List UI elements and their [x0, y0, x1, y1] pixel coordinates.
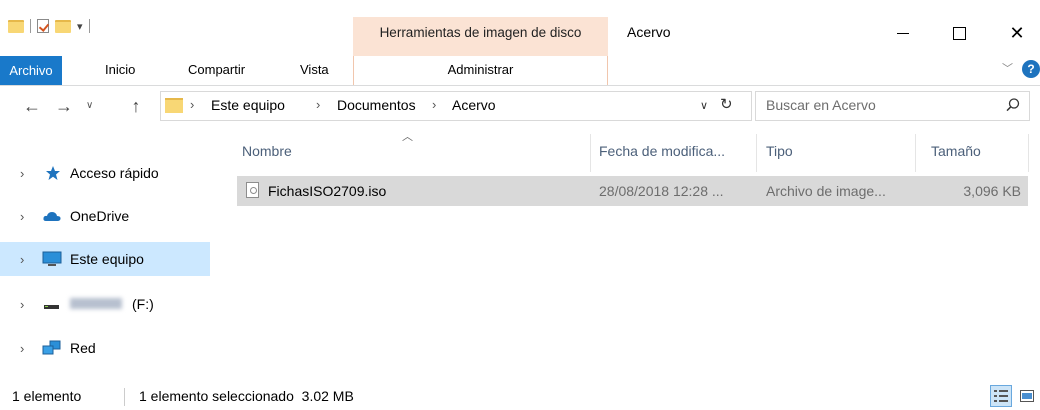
breadcrumb-documentos[interactable]: Documentos — [337, 97, 416, 113]
column-header-nombre[interactable]: Nombre — [242, 143, 292, 159]
forward-button[interactable]: → — [52, 96, 76, 117]
breadcrumb-este-equipo[interactable]: Este equipo — [211, 97, 285, 113]
disc-image-file-icon — [246, 182, 259, 198]
sort-ascending-icon: ︿ — [402, 131, 413, 143]
details-view-button[interactable] — [990, 385, 1012, 407]
nav-item-onedrive[interactable]: › OneDrive — [0, 199, 210, 233]
recent-locations-chevron-icon[interactable]: ∨ — [86, 100, 93, 111]
expand-chevron-icon[interactable]: › — [20, 209, 24, 224]
column-header-tipo[interactable]: Tipo — [766, 143, 793, 159]
column-divider[interactable] — [756, 134, 757, 172]
nav-label: Acceso rápido — [70, 165, 159, 181]
tab-compartir[interactable]: Compartir — [188, 62, 245, 77]
nav-label: Este equipo — [70, 251, 144, 267]
breadcrumb-separator-icon[interactable]: › — [316, 97, 320, 112]
tab-archivo[interactable]: Archivo — [0, 56, 62, 85]
nav-item-acceso-rapido[interactable]: › Acceso rápido — [0, 156, 210, 190]
nav-item-este-equipo[interactable]: › Este equipo — [0, 242, 210, 276]
column-divider[interactable] — [1028, 134, 1029, 172]
computer-icon — [42, 251, 62, 266]
nav-item-red[interactable]: › Red — [0, 331, 210, 365]
column-header-fecha[interactable]: Fecha de modifica... — [599, 143, 725, 159]
tab-inicio[interactable]: Inicio — [105, 62, 135, 77]
tab-vista[interactable]: Vista — [300, 62, 329, 77]
column-header-tamano[interactable]: Tamaño — [931, 143, 981, 159]
expand-chevron-icon[interactable]: › — [20, 252, 24, 267]
expand-chevron-icon[interactable]: › — [20, 297, 24, 312]
window-title: Acervo — [627, 24, 671, 40]
status-item-count: 1 elemento — [12, 388, 82, 404]
nav-item-drive-f[interactable]: › (F:) — [0, 287, 210, 321]
status-selection: 1 elemento seleccionado 3.02 MB — [139, 388, 354, 404]
quick-access-toolbar: ▾ — [8, 14, 90, 38]
breadcrumb-acervo[interactable]: Acervo — [452, 97, 496, 113]
status-separator — [124, 388, 125, 406]
help-icon[interactable]: ? — [1022, 60, 1040, 78]
star-icon — [46, 166, 60, 180]
file-size: 3,096 KB — [963, 183, 1021, 199]
column-divider[interactable] — [915, 134, 916, 172]
file-modified: 28/08/2018 12:28 ... — [599, 183, 724, 199]
search-icon[interactable] — [1005, 97, 1021, 113]
breadcrumb-separator-icon[interactable]: › — [432, 97, 436, 112]
up-button[interactable]: ↑ — [124, 96, 148, 117]
large-icons-view-button[interactable] — [1016, 385, 1038, 407]
contextual-tools-title: Herramientas de imagen de disco — [379, 25, 582, 40]
minimize-button[interactable] — [880, 18, 926, 48]
new-folder-icon[interactable] — [55, 19, 71, 33]
refresh-icon[interactable]: ↻ — [720, 95, 733, 113]
file-name[interactable]: FichasISO2709.iso — [268, 183, 386, 199]
back-button[interactable]: ← — [20, 96, 44, 117]
expand-chevron-icon[interactable]: › — [20, 166, 24, 181]
large-icons-view-icon — [1020, 390, 1034, 402]
folder-icon — [8, 19, 24, 33]
file-type: Archivo de image... — [766, 183, 886, 199]
folder-icon — [165, 98, 183, 113]
breadcrumb-separator-icon[interactable]: › — [190, 97, 194, 112]
nav-label: (F:) — [132, 296, 154, 312]
search-input[interactable] — [766, 97, 986, 113]
network-icon — [42, 340, 61, 355]
details-view-icon — [994, 390, 1008, 402]
column-divider[interactable] — [590, 134, 591, 172]
redacted-drive-label — [70, 298, 122, 309]
drive-icon — [44, 305, 59, 309]
expand-chevron-icon[interactable]: › — [20, 341, 24, 356]
nav-label: OneDrive — [70, 208, 130, 224]
close-button[interactable]: ✕ — [994, 18, 1040, 48]
cloud-icon — [43, 212, 61, 221]
customize-toolbar-dropdown-icon[interactable]: ▾ — [77, 20, 83, 33]
properties-icon[interactable] — [37, 19, 49, 33]
toolbar-separator — [88, 19, 90, 33]
expand-ribbon-chevron-icon[interactable]: ﹀ — [1002, 60, 1013, 76]
nav-label: Red — [70, 340, 96, 356]
toolbar-separator — [30, 19, 31, 33]
address-history-chevron-icon[interactable]: ∨ — [700, 99, 708, 112]
tab-administrar[interactable]: Administrar — [353, 62, 608, 77]
maximize-button[interactable] — [936, 18, 982, 48]
